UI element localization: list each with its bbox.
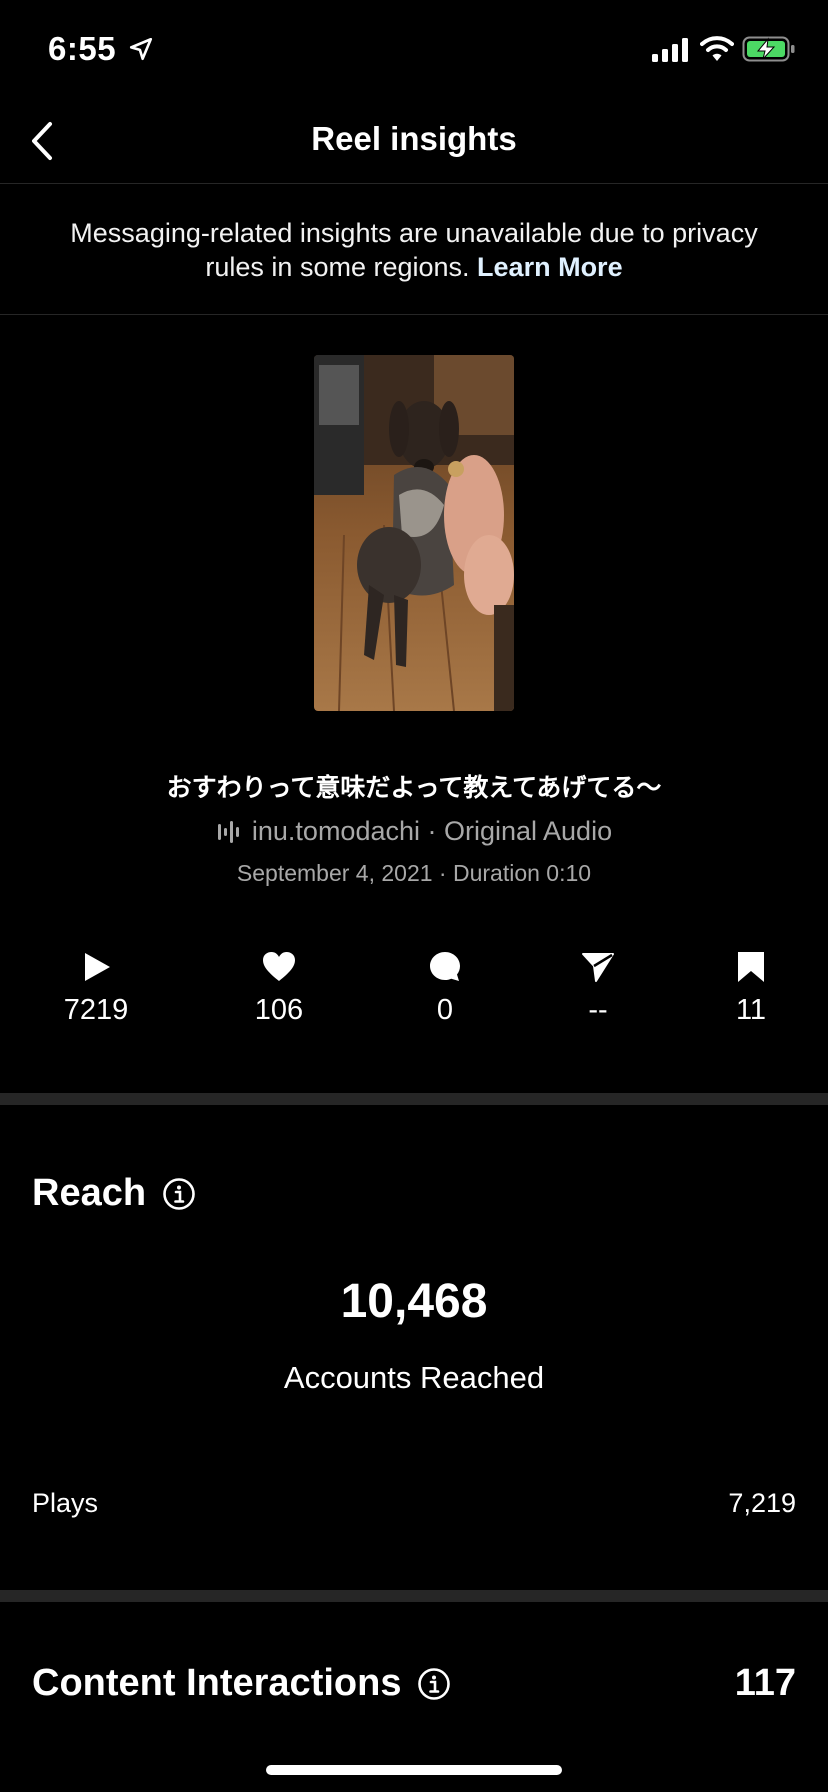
notice-text: Messaging-related insights are unavailab… <box>70 217 758 282</box>
interactions-header: Content Interactions <box>32 1662 451 1705</box>
reel-thumbnail[interactable] <box>314 355 514 711</box>
reel-caption: おすわりって意味だよって教えてあげてる〜 <box>166 774 662 802</box>
shares-count: -- <box>588 994 608 1026</box>
home-indicator[interactable] <box>266 1765 562 1775</box>
stat-saves: 11 <box>691 950 811 1027</box>
plays-row-label: Plays <box>32 1488 99 1518</box>
reach-value: 10,468 <box>340 1275 488 1328</box>
comments-count: 0 <box>436 994 454 1026</box>
location-arrow-icon <box>129 37 153 61</box>
wifi-icon <box>700 36 734 61</box>
info-icon[interactable] <box>162 1177 196 1211</box>
play-icon <box>85 953 110 981</box>
nav-bar: Reel insights <box>0 100 828 184</box>
status-bar: 6:55 <box>0 0 828 100</box>
stat-comments: 0 <box>385 950 505 1027</box>
saves-count: 11 <box>735 994 767 1026</box>
reach-title: Reach <box>32 1172 147 1214</box>
reach-header: Reach <box>32 1172 196 1215</box>
stat-likes: 106 <box>219 950 339 1027</box>
audio-waveform-icon <box>217 820 239 843</box>
privacy-notice: Messaging-related insights are unavailab… <box>0 185 828 315</box>
reach-label: Accounts Reached <box>283 1360 545 1395</box>
audio-info[interactable]: inu.tomodachi · Original Audio <box>0 816 828 847</box>
interactions-value: 117 <box>734 1662 796 1704</box>
send-icon <box>582 953 614 982</box>
dog-video-frame <box>314 355 514 711</box>
audio-label: inu.tomodachi · Original Audio <box>251 816 613 846</box>
learn-more-link[interactable]: Learn More <box>477 252 623 282</box>
page-title: Reel insights <box>311 120 517 157</box>
heart-icon <box>263 952 295 981</box>
stat-plays: 7219 <box>36 950 156 1027</box>
battery-charging-icon <box>742 36 795 62</box>
interactions-title: Content Interactions <box>32 1662 402 1704</box>
stat-shares: -- <box>538 950 658 1027</box>
likes-count: 106 <box>254 994 304 1026</box>
comment-icon <box>430 952 460 981</box>
plays-row-value: 7,219 <box>728 1488 796 1518</box>
plays-count: 7219 <box>63 994 129 1026</box>
section-divider <box>0 1093 828 1105</box>
bookmark-icon <box>738 952 764 982</box>
reel-meta: September 4, 2021 · Duration 0:10 <box>236 860 592 886</box>
info-icon[interactable] <box>417 1667 451 1701</box>
section-divider <box>0 1590 828 1602</box>
status-time: 6:55 <box>48 30 117 67</box>
cellular-signal-icon <box>652 38 688 62</box>
